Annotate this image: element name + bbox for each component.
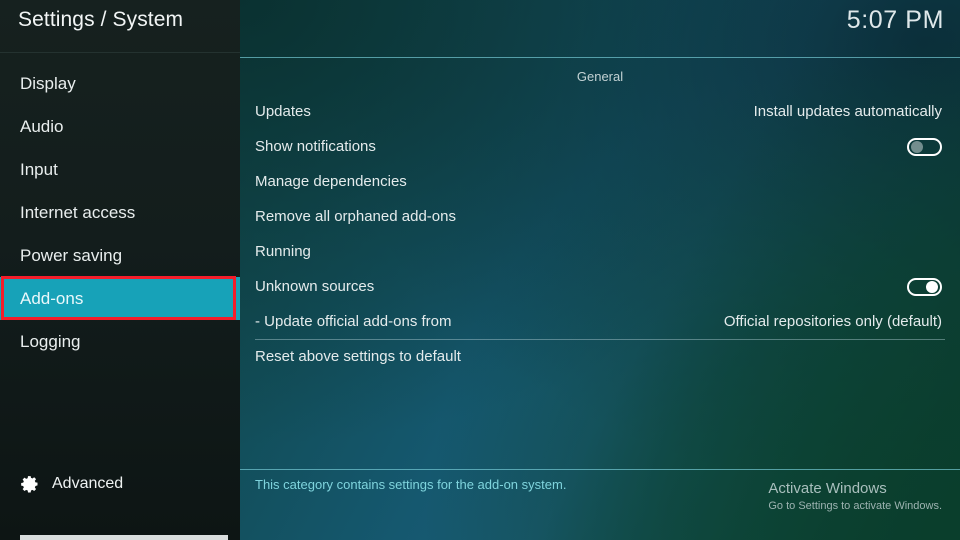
content-bottom-divider [240, 469, 960, 470]
sidebar: Settings / System Display Audio Input Inter… [0, 0, 240, 540]
settings-row-label: Manage dependencies [255, 173, 407, 190]
sidebar-item-logging[interactable]: Logging [0, 320, 240, 363]
settings-row[interactable]: Running [240, 234, 960, 269]
sidebar-title-divider [0, 52, 240, 53]
content-top-divider [240, 57, 960, 58]
toggle-knob [911, 141, 923, 153]
sidebar-item-label: Logging [20, 331, 81, 351]
sidebar-item-internet-access[interactable]: Internet access [0, 191, 240, 234]
settings-row-label: Unknown sources [255, 278, 375, 295]
row-separator [255, 339, 945, 340]
sidebar-item-audio[interactable]: Audio [0, 105, 240, 148]
sidebar-item-label: Power saving [20, 245, 123, 265]
settings-row[interactable]: Updates Install updates automatically [240, 94, 960, 129]
settings-row-label: Remove all orphaned add-ons [255, 208, 456, 225]
toggle-switch[interactable] [907, 137, 942, 156]
activate-windows-watermark: Activate Windows Go to Settings to activ… [768, 480, 942, 514]
sidebar-item-power-saving[interactable]: Power saving [0, 234, 240, 277]
page-title: Settings / System [18, 8, 184, 31]
watermark-title: Activate Windows [768, 480, 887, 497]
sidebar-item-label: Add-ons [20, 288, 84, 308]
settings-row-label: Running [255, 243, 311, 260]
settings-row-value: Official repositories only (default) [723, 313, 942, 330]
clock: 5:07 PM [846, 6, 944, 34]
settings-group-title: General [576, 69, 624, 84]
settings-rows: Updates Install updates automatically Show… [240, 94, 960, 374]
sidebar-item-add-ons[interactable]: Add-ons [0, 277, 240, 320]
settings-row-label: Show notifications [255, 138, 376, 155]
kodi-settings-window: Settings / System Display Audio Input Inter… [0, 0, 960, 540]
settings-row-label: - Update official add-ons from [255, 313, 452, 330]
settings-row[interactable]: Remove all orphaned add-ons [240, 199, 960, 234]
sidebar-item-display[interactable]: Display [0, 62, 240, 105]
settings-row-value: Install updates automatically [753, 103, 942, 120]
settings-content-panel: 5:07 PM General Updates Install updates a… [240, 0, 960, 540]
sidebar-item-label: Audio [20, 116, 64, 136]
settings-row-label: Reset above settings to default [255, 348, 461, 365]
sidebar-item-label: Display [20, 73, 76, 93]
sidebar-nav-list: Display Audio Input Internet access Power sa… [0, 62, 240, 363]
sidebar-item-advanced-label: Advanced [52, 475, 124, 492]
settings-row[interactable]: Manage dependencies [240, 164, 960, 199]
category-description: This category contains settings for the … [255, 477, 567, 492]
sidebar-item-input[interactable]: Input [0, 148, 240, 191]
sidebar-item-label: Internet access [20, 202, 136, 222]
bottom-progress-bar [20, 535, 228, 540]
watermark-subtitle: Go to Settings to activate Windows. [768, 499, 942, 512]
toggle-knob [926, 281, 938, 293]
gear-icon [20, 474, 40, 494]
settings-row[interactable]: Reset above settings to default [240, 339, 960, 374]
settings-row[interactable]: - Update official add-ons from Official r… [240, 304, 960, 339]
settings-row-label: Updates [255, 103, 311, 120]
settings-row[interactable]: Show notifications [240, 129, 960, 164]
toggle-switch[interactable] [907, 277, 942, 296]
sidebar-item-advanced[interactable]: Advanced [0, 464, 240, 504]
settings-row[interactable]: Unknown sources [240, 269, 960, 304]
sidebar-item-label: Input [20, 159, 58, 179]
